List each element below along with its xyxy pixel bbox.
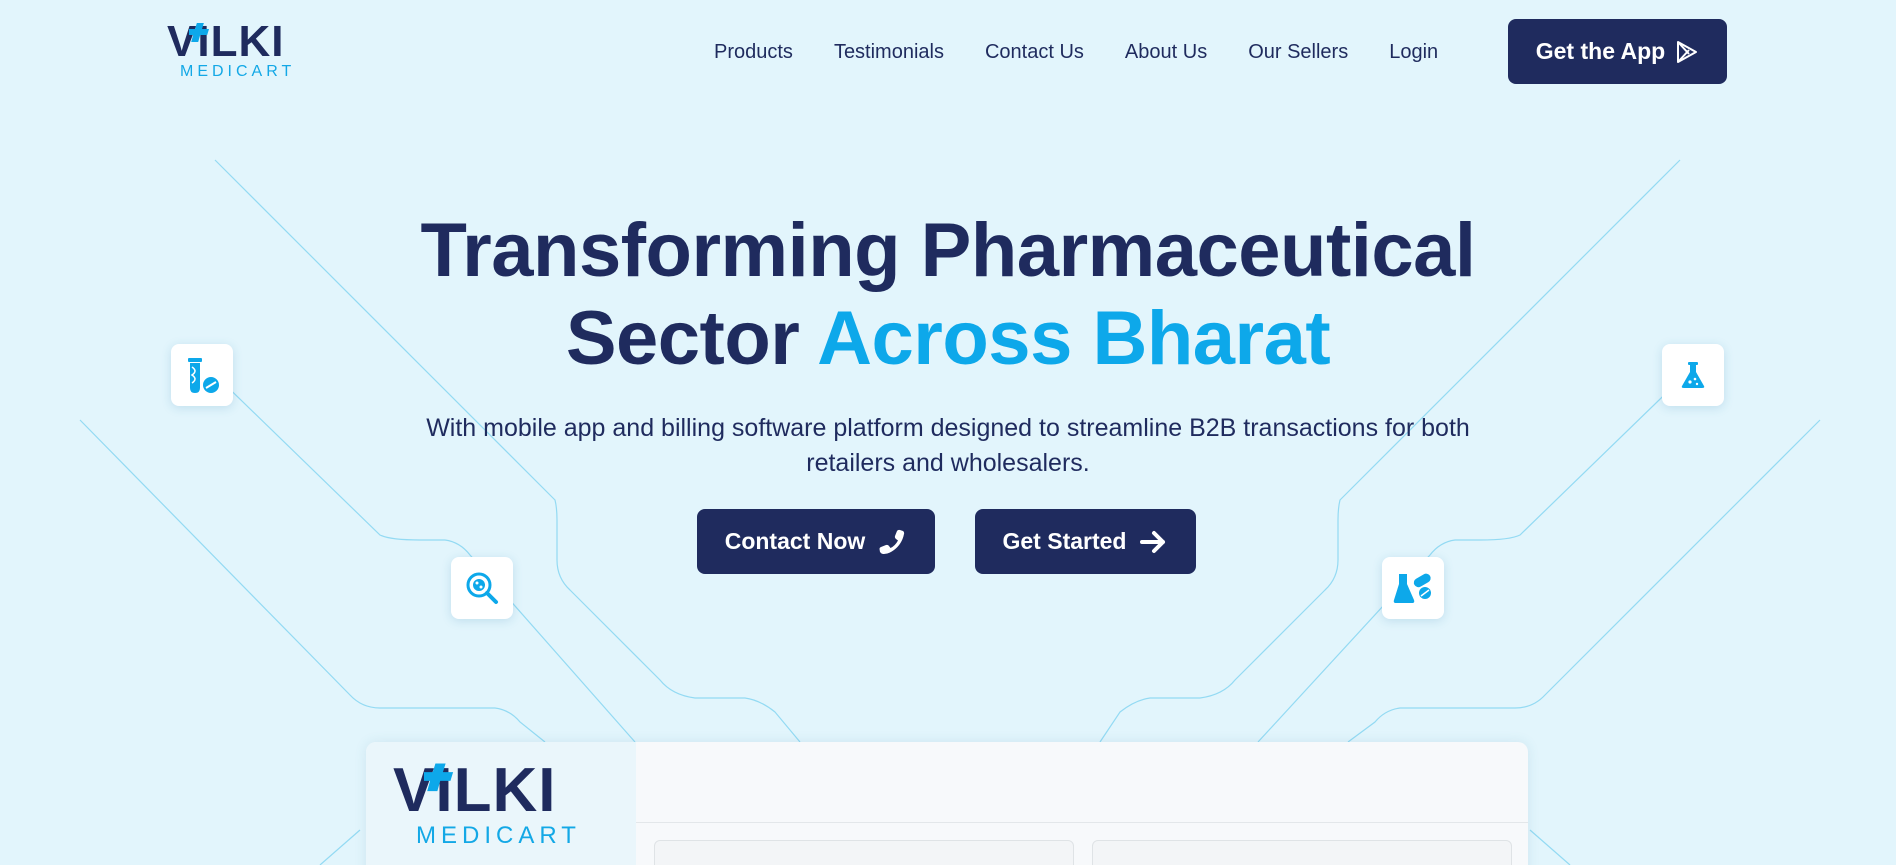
brand-name: VILKI (167, 17, 285, 66)
hero-title: Transforming Pharmaceutical Sector Acros… (0, 207, 1896, 383)
nav-products[interactable]: Products (714, 38, 793, 66)
hero-title-line2: Sector (565, 296, 818, 381)
hero-title-line1: Transforming Pharmaceutical (420, 208, 1476, 293)
magnifier-virus-icon (466, 572, 498, 604)
play-store-icon (1677, 40, 1698, 63)
preview-card (654, 840, 1074, 865)
preview-divider (636, 822, 1528, 823)
preview-logo: VILKI MEDICART (393, 756, 613, 848)
hero-title-accent: Across Bharat (817, 296, 1331, 381)
virus-search-card (451, 557, 513, 619)
flask-pills-card (1382, 557, 1444, 619)
medical-cross-icon (189, 23, 210, 42)
hero-subtitle: With mobile app and billing software pla… (426, 414, 1470, 477)
preview-card (1092, 840, 1512, 865)
nav-about-us[interactable]: About Us (1125, 38, 1207, 66)
site-header: VILKI MEDICART Products Testimonials Con… (0, 0, 1896, 104)
test-tube-card (171, 344, 233, 406)
test-tube-icon (188, 358, 219, 393)
get-the-app-label: Get the App (1535, 38, 1666, 64)
get-the-app-button[interactable]: Get the App (1508, 19, 1727, 84)
medical-cross-icon (424, 763, 454, 792)
nav-login[interactable]: Login (1389, 38, 1438, 66)
flask-card (1662, 344, 1724, 406)
brand-tagline: MEDICART (180, 63, 296, 80)
contact-now-button[interactable]: Contact Now (697, 509, 935, 574)
get-started-label: Get Started (1002, 528, 1127, 554)
brand-logo[interactable]: VILKI MEDICART (167, 20, 312, 82)
preview-brand-tagline: MEDICART (416, 822, 581, 849)
preview-brand-name: VILKI (393, 756, 557, 825)
nav-testimonials[interactable]: Testimonials (834, 38, 944, 66)
nav-our-sellers[interactable]: Our Sellers (1248, 38, 1348, 66)
contact-now-label: Contact Now (724, 528, 866, 554)
phone-icon (879, 529, 905, 554)
preview-sidebar: VILKI MEDICART (366, 742, 636, 865)
main-nav: Products Testimonials Contact Us About U… (714, 38, 1479, 66)
flask-icon (1681, 362, 1705, 388)
nav-contact-us[interactable]: Contact Us (985, 38, 1084, 66)
arrow-right-icon (1140, 530, 1166, 553)
app-preview: VILKI MEDICART (366, 742, 1528, 865)
get-started-button[interactable]: Get Started (975, 509, 1196, 574)
flask-pills-icon (1393, 573, 1431, 603)
